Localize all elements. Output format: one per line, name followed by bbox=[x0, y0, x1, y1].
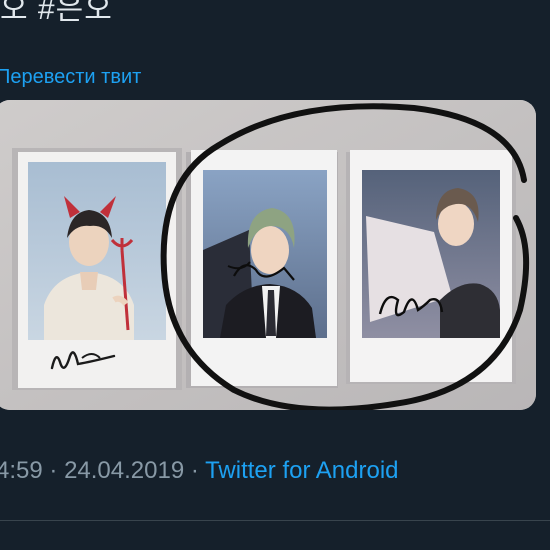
meta-separator: · bbox=[49, 457, 58, 484]
tweet-meta: 4:59 · 24.04.2019 · Twitter for Android bbox=[0, 457, 399, 485]
meta-separator: · bbox=[190, 457, 199, 484]
translate-tweet-link[interactable]: Перевести твит bbox=[0, 66, 141, 89]
photocard-left bbox=[12, 148, 182, 390]
photocard-right bbox=[346, 150, 516, 384]
tweet-detail-screen: 오 #은오 Перевести твит 4:59 · 24.04.2019 ·… bbox=[0, 0, 550, 550]
tweet-source-link[interactable]: Twitter for Android bbox=[205, 457, 398, 484]
tweet-media-photo[interactable] bbox=[0, 100, 536, 410]
divider bbox=[0, 520, 550, 521]
tweet-date: 24.04.2019 bbox=[64, 457, 185, 484]
photo-canvas bbox=[0, 100, 536, 410]
photocard-middle bbox=[186, 150, 338, 388]
tweet-time: 4:59 bbox=[0, 457, 43, 484]
tweet-text: 오 #은오 bbox=[0, 0, 113, 26]
